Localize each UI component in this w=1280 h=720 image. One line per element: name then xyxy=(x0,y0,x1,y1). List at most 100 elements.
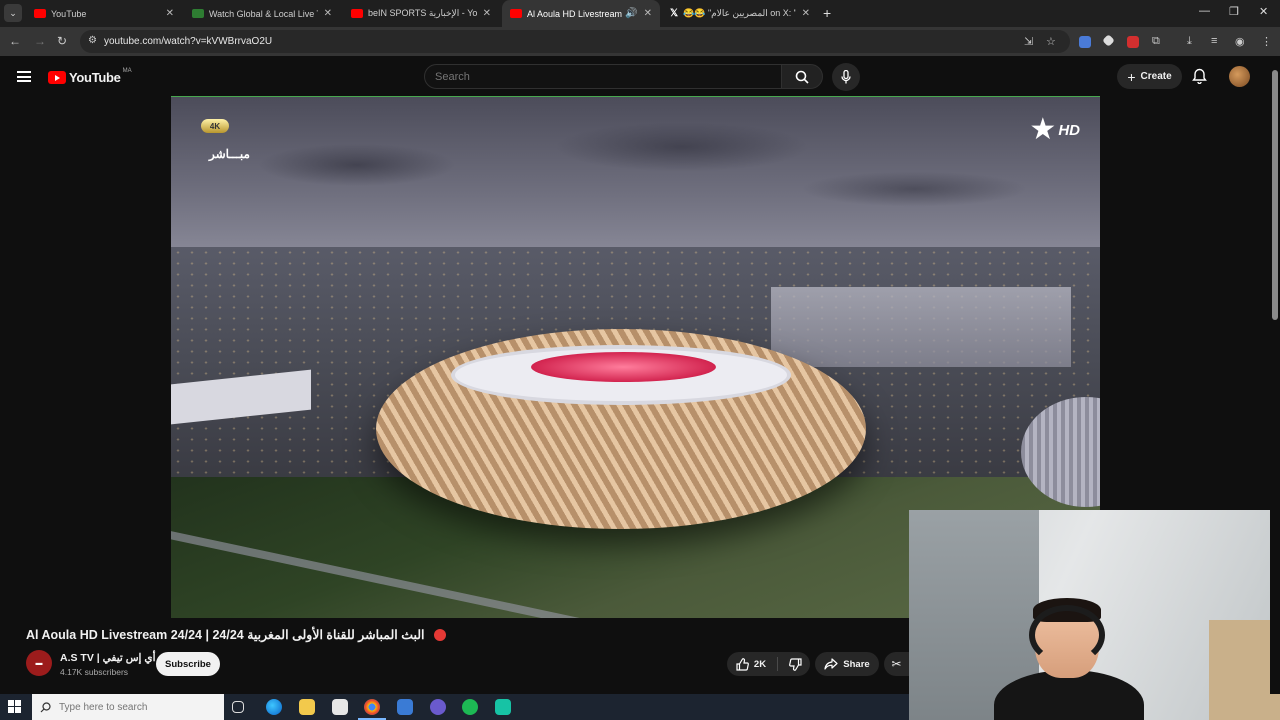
youtube-icon xyxy=(34,9,46,18)
url-text: youtube.com/watch?v=kVWBrrvaO2U xyxy=(104,36,273,47)
plus-icon: + xyxy=(1127,68,1136,85)
clip-button[interactable]: ✂ xyxy=(884,652,909,676)
video-title-en: Al Aoula HD Livestream 24/24 | 24/24 xyxy=(26,628,244,642)
search-box[interactable] xyxy=(424,64,782,89)
task-view-icon[interactable] xyxy=(232,701,244,713)
notifications-bell-icon[interactable] xyxy=(1192,68,1207,84)
create-button[interactable]: + Create xyxy=(1117,64,1182,89)
webcam-overlay xyxy=(909,510,1280,720)
like-divider xyxy=(777,657,778,671)
thumbs-up-icon xyxy=(736,657,749,671)
subscribe-button[interactable]: Subscribe xyxy=(156,652,220,676)
4k-badge: 4K xyxy=(201,119,229,133)
taskbar-search-input[interactable] xyxy=(59,701,209,713)
close-tab-icon[interactable]: ✕ xyxy=(483,8,491,19)
spotify-icon[interactable] xyxy=(462,699,478,715)
close-tab-icon[interactable]: ✕ xyxy=(802,8,810,19)
youtube-logo[interactable]: YouTube MA xyxy=(48,67,132,85)
search-button[interactable] xyxy=(781,64,823,89)
site-info-icon[interactable]: ⚙ xyxy=(88,35,97,46)
star-icon: ★ xyxy=(1029,113,1057,146)
browser-toolbar: ← → ↻ ⚙ youtube.com/watch?v=kVWBrrvaO2U … xyxy=(0,27,1280,56)
channel-logo-hd: HD xyxy=(1058,121,1080,139)
x-logo-icon: 𝕏 xyxy=(670,8,679,19)
reading-list-icon[interactable]: ≡ xyxy=(1211,35,1217,47)
tab-title: beIN SPORTS الإخبارية - YouTub xyxy=(368,8,477,18)
channel-avatar[interactable]: ▬ xyxy=(26,650,52,676)
red-extension-icon[interactable] xyxy=(1127,36,1139,48)
live-overlay-text: مبـــاشر xyxy=(209,147,250,161)
scrollbar-thumb[interactable] xyxy=(1272,70,1278,320)
bookmark-star-icon[interactable]: ☆ xyxy=(1046,35,1056,48)
address-bar[interactable]: ⚙ youtube.com/watch?v=kVWBrrvaO2U ⇲ ☆ xyxy=(80,30,1070,53)
country-code: MA xyxy=(122,67,132,74)
tab-al-aoula-livestream[interactable]: Al Aoula HD Livestream 24/ 🔊 ✕ xyxy=(502,0,660,27)
forward-icon[interactable]: → xyxy=(34,34,46,48)
search-input[interactable] xyxy=(425,65,781,88)
tab-title: YouTube xyxy=(51,8,87,19)
video-frame-clouds xyxy=(171,117,1100,237)
tab-watch-live-tv[interactable]: Watch Global & Local Live TV C ✕ xyxy=(184,0,340,27)
edge-icon[interactable] xyxy=(266,699,282,715)
new-tab-icon[interactable]: + xyxy=(823,5,831,21)
tab-search-button[interactable]: ⌄ xyxy=(4,4,22,22)
tab-youtube[interactable]: YouTube ✕ xyxy=(26,0,182,27)
video-frame-apartments xyxy=(771,287,1071,367)
channel-name[interactable]: A.S TV | أي إس تيفي xyxy=(60,652,155,664)
account-avatar[interactable] xyxy=(1229,66,1250,87)
close-tab-icon[interactable]: ✕ xyxy=(324,8,332,19)
taskbar-search[interactable] xyxy=(32,694,224,720)
tab-x-post[interactable]: 𝕏 😂😂 "المصريين عالام on X: "أكثر ✕ xyxy=(662,0,818,27)
browser-tab-strip: ⌄ YouTube ✕ Watch Global & Local Live TV… xyxy=(0,0,1280,27)
live-dot-icon xyxy=(434,629,447,641)
restore-icon[interactable]: ❐ xyxy=(1229,5,1239,18)
search-icon xyxy=(40,701,51,712)
youtube-icon xyxy=(351,9,363,18)
translate-extension-icon[interactable] xyxy=(1079,36,1091,48)
video-title: Al Aoula HD Livestream 24/24 | 24/24 الب… xyxy=(26,627,447,642)
file-explorer-icon[interactable] xyxy=(299,699,315,715)
browser-menu-icon[interactable]: ⋮ xyxy=(1261,35,1272,48)
chrome-icon[interactable] xyxy=(358,699,386,720)
microsoft-store-icon[interactable] xyxy=(332,699,348,715)
close-tab-icon[interactable]: ✕ xyxy=(166,8,174,19)
video-title-ar: البث المباشر للقناة الأولى المغربية xyxy=(247,628,425,642)
minimize-icon[interactable]: — xyxy=(1199,5,1210,17)
messenger-icon[interactable] xyxy=(430,699,446,715)
install-app-icon[interactable]: ⇲ xyxy=(1024,35,1033,48)
diamond-extension-icon[interactable] xyxy=(1102,34,1115,47)
youtube-play-icon xyxy=(48,71,66,84)
youtube-wordmark: YouTube xyxy=(69,70,121,85)
windows-taskbar xyxy=(0,694,909,720)
close-window-icon[interactable]: ✕ xyxy=(1259,5,1268,18)
extensions-puzzle-icon[interactable]: ⧉ xyxy=(1152,35,1160,48)
voice-search-button[interactable] xyxy=(832,63,860,91)
speaker-icon[interactable]: 🔊 xyxy=(625,8,637,19)
page-scrollbar[interactable] xyxy=(1270,56,1280,694)
create-label: Create xyxy=(1140,71,1172,82)
share-label: Share xyxy=(843,658,870,670)
scissors-icon: ✂ xyxy=(891,657,902,671)
share-arrow-icon xyxy=(824,658,838,670)
profile-icon[interactable]: ◉ xyxy=(1235,35,1245,48)
mail-icon[interactable] xyxy=(397,699,413,715)
tab-title: Watch Global & Local Live TV C xyxy=(209,8,318,19)
download-icon[interactable]: ⤓ xyxy=(1187,35,1192,48)
like-count: 2K xyxy=(753,658,767,670)
reload-icon[interactable]: ↻ xyxy=(57,34,67,48)
share-button[interactable]: Share xyxy=(815,652,879,676)
subscriber-count: 4.17K subscribers xyxy=(60,667,129,677)
dislike-button[interactable] xyxy=(781,652,810,676)
app-icon[interactable] xyxy=(495,699,511,715)
tab-bein-sports[interactable]: beIN SPORTS الإخبارية - YouTub ✕ xyxy=(343,0,499,27)
back-icon[interactable]: ← xyxy=(9,34,21,48)
like-button[interactable]: 2K xyxy=(727,652,775,676)
windows-start-icon[interactable] xyxy=(8,700,22,714)
youtube-header: YouTube MA + Create xyxy=(0,56,1280,96)
close-tab-icon[interactable]: ✕ xyxy=(644,8,652,19)
al-aoula-logo: ★ HD xyxy=(1029,115,1080,145)
guide-menu-icon[interactable] xyxy=(17,71,31,82)
video-frame-stadium-interior xyxy=(531,352,716,382)
microphone-icon xyxy=(841,70,851,84)
headset-icon xyxy=(1029,605,1105,665)
